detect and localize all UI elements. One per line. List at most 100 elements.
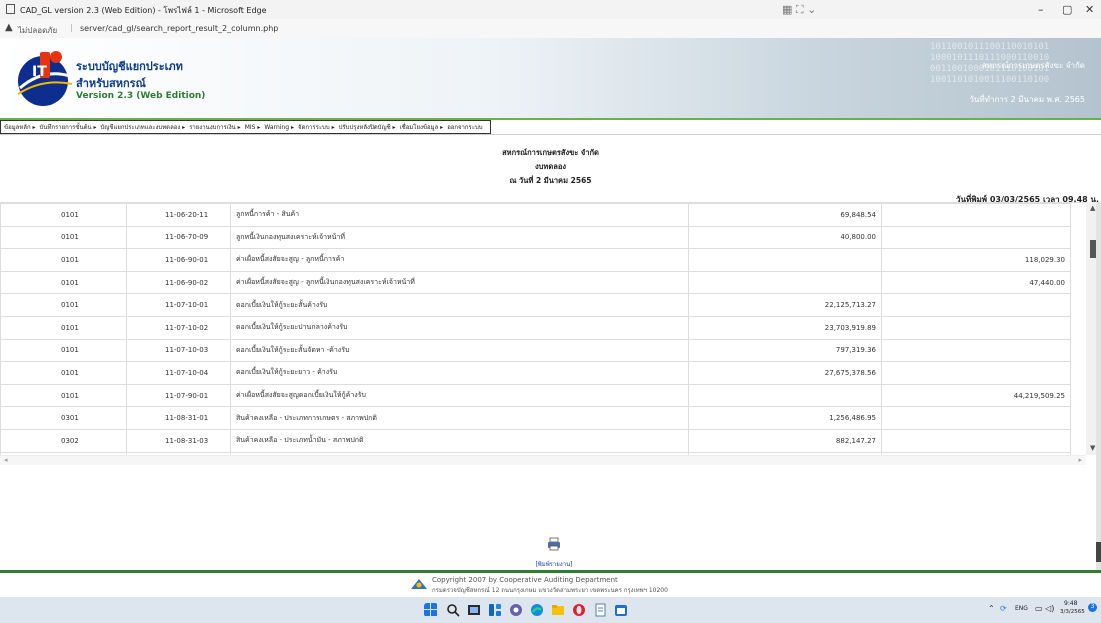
report-org-name: สหกรณ์การเกษตรสังขะ จำกัด xyxy=(502,148,599,157)
account-code-cell: 11-07-10-03 xyxy=(126,338,231,363)
printer-icon[interactable] xyxy=(547,537,561,551)
scroll-down-arrow-icon[interactable]: ▼ xyxy=(1090,444,1095,452)
chat-icon[interactable] xyxy=(509,603,523,617)
network-volume-icon[interactable]: ▭ ◁) xyxy=(1035,604,1054,613)
menu-item-post-closing[interactable]: ปรับปรุงหลังปิดบัญชี ▸ xyxy=(339,122,396,132)
debit-amount-cell: 27,675,378.56 xyxy=(688,361,882,385)
svg-text:IT: IT xyxy=(32,64,47,80)
calendar-app-icon[interactable] xyxy=(614,603,628,617)
maximize-button[interactable]: ▢ xyxy=(1062,3,1072,16)
opera-icon[interactable] xyxy=(572,603,586,617)
credit-amount-cell xyxy=(881,338,1071,363)
account-name-cell: ลูกหนี้การค้า - สินค้า xyxy=(230,203,689,227)
notification-badge[interactable]: 3 xyxy=(1088,603,1097,612)
page-icon xyxy=(6,4,15,14)
account-name-cell: ดอกเบี้ยเงินให้กู้ระยะสั้นค้างรับ xyxy=(230,293,689,317)
menu-item-warning[interactable]: Warning ▸ xyxy=(264,124,294,131)
table-row: 0302 11-08-31-03 สินค้าคงเหลือ - ประเภทน้ำ… xyxy=(0,428,1071,453)
clock-time[interactable]: 9:48 xyxy=(1064,600,1077,607)
page-vertical-scrollbar[interactable] xyxy=(1096,202,1101,572)
language-indicator[interactable]: ENG xyxy=(1015,605,1028,612)
credit-amount-cell: 47,440.00 xyxy=(881,270,1071,295)
credit-amount-cell: 118,029.30 xyxy=(881,248,1071,272)
scroll-up-arrow-icon[interactable]: ▲ xyxy=(1090,204,1095,212)
debit-amount-cell xyxy=(688,270,882,295)
debit-amount-cell: 40,800.00 xyxy=(688,225,882,250)
search-icon[interactable] xyxy=(446,603,460,617)
banner-title-line1: ระบบบัญชีแยกประเภท xyxy=(76,60,183,73)
account-code-cell: 11-07-10-01 xyxy=(126,293,231,317)
branch-code-cell: 0101 xyxy=(0,293,127,317)
show-hidden-icons-icon[interactable]: ⌃ xyxy=(988,604,995,613)
account-code-cell: 11-06-70-09 xyxy=(126,225,231,250)
address-bar[interactable]: ▲ ไม่ปลอดภัย | server/cad_gl/search_repo… xyxy=(0,19,1101,39)
menu-item-mis[interactable]: MIS ▸ xyxy=(245,124,261,131)
branch-code-cell: 0101 xyxy=(0,203,127,227)
credit-amount-cell xyxy=(881,315,1071,340)
close-button[interactable]: ✕ xyxy=(1085,3,1094,16)
widgets-icon[interactable] xyxy=(488,603,502,617)
page-scroll-thumb[interactable] xyxy=(1096,542,1101,562)
menu-item-master-data[interactable]: ข้อมูลหลัก ▸ xyxy=(4,122,36,132)
table-row: 0101 11-06-90-01 ค่าเผื่อหนี้สงสัยจะสูญ - … xyxy=(0,248,1071,272)
trial-balance-table: 0101 11-06-20-11 ลูกหนี้การค้า - สินค้า 69,… xyxy=(0,203,1071,456)
branch-code-cell: 0301 xyxy=(0,406,127,430)
main-menu: ข้อมูลหลัก ▸ บันทึกรายการขั้นต้น ▸ บัญชี… xyxy=(0,120,491,134)
scroll-left-arrow-icon[interactable]: ◂ xyxy=(4,456,8,464)
windows-start-icon[interactable] xyxy=(424,603,438,617)
url-text[interactable]: server/cad_gl/search_report_result_2_col… xyxy=(80,24,278,33)
debit-amount-cell: 797,319.36 xyxy=(688,338,882,363)
it-logo-icon: IT xyxy=(17,51,73,106)
account-name-cell: ดอกเบี้ยเงินให้กู้ระยะสั้นจัดหา -ค้างรับ xyxy=(230,338,689,363)
network-app-tray-icon[interactable]: ⟳ xyxy=(1000,604,1007,613)
window-title: CAD_GL version 2.3 (Web Edition) - โพรไฟ… xyxy=(20,6,267,15)
account-name-cell: สินค้าคงเหลือ - ประเภทน้ำมัน - สภาพปกติ xyxy=(230,428,689,453)
menu-item-financial-reports[interactable]: รายงานงบการเงิน ▸ xyxy=(189,122,240,132)
menu-item-ledger-trial-balance[interactable]: บัญชีแยกประเภทและงบทดลอง ▸ xyxy=(100,122,185,132)
print-report-button[interactable]: [พิมพ์รายงาน] xyxy=(534,537,574,570)
scroll-right-arrow-icon[interactable]: ▸ xyxy=(1078,456,1082,464)
task-view-icon[interactable] xyxy=(467,603,481,617)
menu-item-journal-entry[interactable]: บันทึกรายการขั้นต้น ▸ xyxy=(40,122,97,132)
table-row: 0101 11-07-10-04 ดอกเบี้ยเงินให้กู้ระยะยาว… xyxy=(0,361,1071,385)
clock-date[interactable]: 3/3/2565 xyxy=(1060,609,1085,615)
table-row: 0101 11-06-90-02 ค่าเผื่อหนี้สงสัยจะสูญ - … xyxy=(0,270,1071,295)
credit-amount-cell xyxy=(881,406,1071,430)
account-code-cell: 11-07-10-02 xyxy=(126,315,231,340)
debit-amount-cell: 23,703,919.89 xyxy=(688,315,882,340)
footer-copyright: Copyright 2007 by Cooperative Auditing D… xyxy=(432,576,618,584)
credit-amount-cell xyxy=(881,203,1071,227)
table-horizontal-scrollbar[interactable]: ◂ ▸ xyxy=(0,455,1086,465)
table-row: 0101 11-07-10-02 ดอกเบี้ยเงินให้กู้ระยะปาน… xyxy=(0,315,1071,340)
file-explorer-icon[interactable] xyxy=(551,603,565,617)
security-label[interactable]: ไม่ปลอดภัย xyxy=(18,24,57,37)
tab-actions-icon[interactable]: ▦ ⛶ ⌄ xyxy=(782,3,816,17)
account-code-cell: 11-08-31-03 xyxy=(126,428,231,453)
account-code-cell: 11-06-90-02 xyxy=(126,270,231,295)
branch-code-cell: 0101 xyxy=(0,338,127,363)
debit-amount-cell xyxy=(688,383,882,408)
credit-amount-cell xyxy=(881,361,1071,385)
debit-amount-cell: 882,147.27 xyxy=(688,428,882,453)
organization-name: สหกรณ์การเกษตรสังขะ จำกัด xyxy=(981,61,1085,70)
account-code-cell: 11-07-10-04 xyxy=(126,361,231,385)
notepad-icon[interactable] xyxy=(593,603,607,617)
menu-item-data-link[interactable]: เชื่อมโยงข้อมูล ▸ xyxy=(400,122,444,132)
print-report-label[interactable]: [พิมพ์รายงาน] xyxy=(535,561,572,568)
table-row: 0301 11-08-31-01 สินค้าคงเหลือ - ประเภทการ… xyxy=(0,406,1071,430)
edge-browser-icon[interactable] xyxy=(530,603,544,617)
table-row: 0101 11-06-20-11 ลูกหนี้การค้า - สินค้า 69,… xyxy=(0,203,1071,227)
menu-item-system-admin[interactable]: จัดการระบบ ▸ xyxy=(298,122,335,132)
account-name-cell: ลูกหนี้เงินกองทุนสงเคราะห์เจ้าหน้าที่ xyxy=(230,225,689,250)
warning-icon[interactable]: ▲ xyxy=(5,22,13,33)
main-menu-bar: ข้อมูลหลัก ▸ บันทึกรายการขั้นต้น ▸ บัญชี… xyxy=(0,118,1101,135)
branch-code-cell: 0101 xyxy=(0,361,127,385)
account-name-cell: ค่าเผื่อหนี้สงสัยจะสูญ - ลูกหนี้การค้า xyxy=(230,248,689,272)
branch-code-cell: 0302 xyxy=(0,428,127,453)
trial-balance-scroll-area[interactable]: 0101 11-06-20-11 ลูกหนี้การค้า - สินค้า 69,… xyxy=(0,202,1086,456)
debit-amount-cell: 1,256,486.95 xyxy=(688,406,882,430)
credit-amount-cell xyxy=(881,225,1071,250)
menu-item-logout[interactable]: ออกจากระบบ xyxy=(447,122,482,132)
minimize-button[interactable]: – xyxy=(1038,3,1044,16)
debit-amount-cell: 22,125,713.27 xyxy=(688,293,882,317)
